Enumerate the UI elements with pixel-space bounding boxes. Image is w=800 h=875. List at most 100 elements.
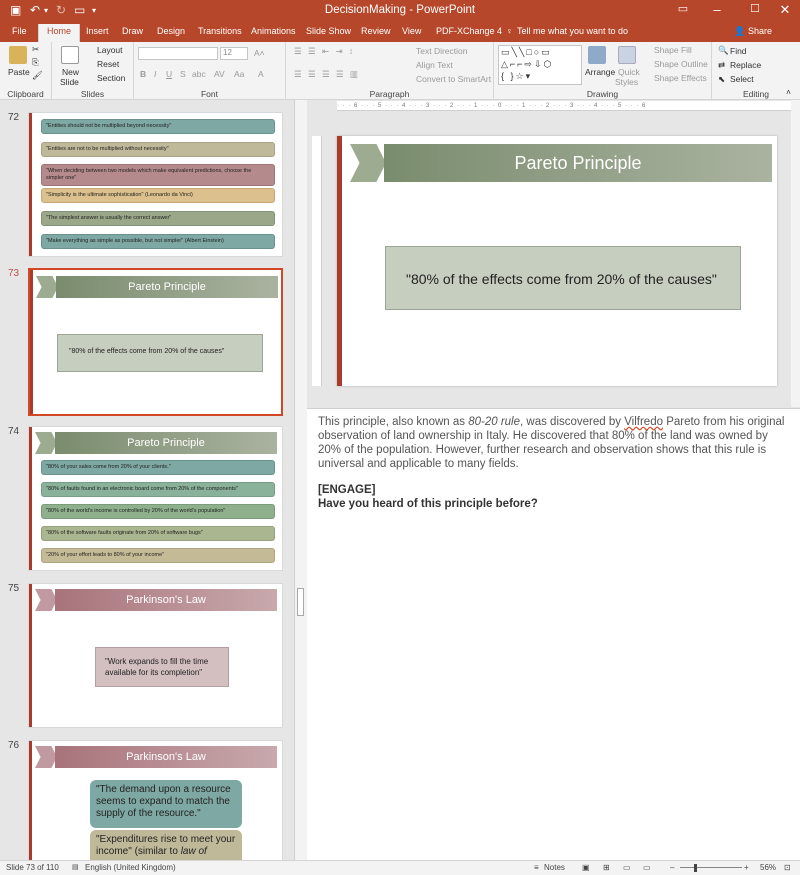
notes-pane[interactable]: This principle, also known as 80-20 rule… [307, 408, 800, 860]
shape-effects-button[interactable]: Shape Effects [654, 73, 707, 83]
tab-home[interactable]: Home [38, 24, 81, 42]
current-slide[interactable]: Pareto Principle "80% of the effects com… [337, 136, 777, 386]
list-icons[interactable]: ☰ ☰ ⇤ ⇥ ↕ [294, 46, 355, 57]
quick-styles-icon[interactable] [618, 46, 636, 64]
tab-review[interactable]: Review [361, 26, 391, 36]
shadow-icon[interactable]: S [180, 69, 186, 79]
reset-button[interactable]: Reset [97, 59, 119, 69]
arrange-icon[interactable] [588, 46, 606, 64]
notes-text: This principle, also known as [318, 416, 469, 428]
normal-view-icon[interactable]: ▣ [582, 863, 590, 872]
slide-number: 75 [8, 583, 20, 594]
copy-icon[interactable]: ⎘ [32, 57, 39, 68]
quote-text: "Expenditures rise to meet your income" … [96, 834, 236, 857]
ribbon-options-icon[interactable]: ▭ [668, 2, 698, 15]
notes-icon[interactable]: ≡ [534, 863, 539, 872]
slide-thumbnail-75[interactable]: Parkinson's Law "Work expands to fill th… [28, 583, 283, 728]
grow-font-icon[interactable]: A˄ [254, 48, 265, 58]
tab-design[interactable]: Design [157, 26, 185, 36]
new-slide-label[interactable]: New [62, 67, 79, 77]
quick-styles-label[interactable]: Quick [618, 67, 640, 77]
slide-thumbnail-73[interactable]: Pareto Principle "80% of the effects com… [28, 268, 283, 416]
zoom-in-icon[interactable]: + [744, 863, 749, 872]
slide-title[interactable]: Pareto Principle [384, 144, 772, 182]
spacing-icon[interactable]: AV [214, 69, 225, 79]
underline-icon[interactable]: U [166, 69, 172, 79]
fit-icon[interactable]: ⊡ [784, 863, 791, 872]
new-slide-label-2[interactable]: Slide [60, 77, 79, 87]
find-button[interactable]: Find [730, 46, 747, 56]
collapse-ribbon-icon[interactable]: ˄ [786, 87, 791, 97]
shape-fill-button[interactable]: Shape Fill [654, 45, 692, 55]
slide-thumbnails-pane[interactable]: 72 "Entities should not be multiplied be… [0, 100, 295, 860]
slide-thumbnail-76[interactable]: Parkinson's Law "The demand upon a resou… [28, 740, 283, 860]
find-icon[interactable]: 🔍 [718, 45, 729, 56]
scrollbar-thumb[interactable] [297, 588, 304, 616]
tab-insert[interactable]: Insert [86, 26, 109, 36]
tab-pdf-xchange[interactable]: PDF-XChange 4 [436, 26, 502, 36]
language-indicator[interactable]: English (United Kingdom) [85, 863, 176, 872]
shapes-gallery[interactable]: ▭╲╲□○▭ △⌐⌐⇨⇩⬡{ }☆▾ [498, 45, 582, 85]
slideshow-icon[interactable]: ▭ [643, 863, 651, 872]
text-direction-button[interactable]: Text Direction [416, 46, 468, 56]
convert-smartart-button[interactable]: Convert to SmartArt [416, 74, 491, 84]
share-button[interactable]: Share [748, 26, 772, 36]
notes-button[interactable]: Notes [544, 863, 565, 872]
list-item: "The simplest answer is usually the corr… [41, 211, 275, 226]
tab-view[interactable]: View [402, 26, 421, 36]
quick-styles-label-2[interactable]: Styles [615, 77, 638, 87]
paragraph-group: ☰ ☰ ⇤ ⇥ ↕ ☰ ☰ ☰ ☰ ▥ Text Direction Align… [286, 42, 494, 100]
slide-thumbnail-74[interactable]: Pareto Principle "80% of your sales come… [28, 426, 283, 571]
select-button[interactable]: Select [730, 74, 754, 84]
layout-button[interactable]: Layout [97, 45, 123, 55]
align-icons[interactable]: ☰ ☰ ☰ ☰ ▥ [294, 69, 360, 80]
paste-icon[interactable] [9, 46, 27, 64]
list-item: "80% of the software faults originate fr… [41, 526, 275, 541]
editor-scrollbar[interactable] [791, 100, 800, 407]
tab-file[interactable]: File [12, 26, 27, 36]
align-text-button[interactable]: Align Text [416, 60, 453, 70]
slide-sorter-icon[interactable]: ⊞ [603, 863, 610, 872]
replace-icon[interactable]: ⇄ [718, 60, 725, 71]
slides-group: New Slide Layout Reset Section Slides [52, 42, 134, 100]
quote-box[interactable]: "80% of the effects come from 20% of the… [385, 246, 741, 310]
section-button[interactable]: Section [97, 73, 125, 83]
question-text: Have you heard of this principle before? [318, 498, 538, 510]
tab-transitions[interactable]: Transitions [198, 26, 242, 36]
case-icon[interactable]: Aa [234, 69, 244, 79]
reading-view-icon[interactable]: ▭ [623, 863, 631, 872]
thumbnails-scrollbar[interactable] [295, 100, 307, 860]
zoom-slider[interactable] [680, 867, 742, 868]
italic-icon[interactable]: I [154, 69, 156, 79]
tab-draw[interactable]: Draw [122, 26, 143, 36]
close-icon[interactable]: ✕ [770, 2, 800, 18]
tab-animations[interactable]: Animations [251, 26, 296, 36]
font-name-combo[interactable] [138, 47, 218, 60]
arrange-button[interactable]: Arrange [585, 67, 615, 77]
tell-me-box[interactable]: Tell me what you want to do [517, 26, 628, 36]
select-icon[interactable]: ⬉ [718, 74, 725, 85]
zoom-level[interactable]: 56% [760, 863, 776, 872]
zoom-out-icon[interactable]: – [670, 863, 674, 872]
zoom-slider-thumb[interactable] [694, 864, 697, 872]
font-size-combo[interactable]: 12 [220, 47, 248, 60]
misspelled-word[interactable]: Vilfredo [624, 416, 663, 428]
list-item: "80% of the world's income is controlled… [41, 504, 275, 519]
slide-thumbnail-72[interactable]: "Entities should not be multiplied beyon… [28, 112, 283, 257]
new-slide-icon[interactable] [61, 46, 79, 64]
spellcheck-icon[interactable]: ▤ [72, 863, 79, 871]
replace-button[interactable]: Replace [730, 60, 761, 70]
maximize-icon[interactable]: ☐ [740, 2, 770, 15]
font-color-icon[interactable]: A [258, 69, 264, 79]
bold-icon[interactable]: B [140, 69, 146, 79]
list-item: "80% of faults found in an electronic bo… [41, 482, 275, 497]
strikethrough-icon[interactable]: abc [192, 69, 206, 79]
shape-outline-button[interactable]: Shape Outline [654, 59, 708, 69]
format-painter-icon[interactable]: 🖌 [32, 70, 43, 81]
slide-accent-bar [29, 427, 32, 570]
slide-editor[interactable]: · · · 6 · · · 5 · · · 4 · · · 3 · · · 2 … [307, 100, 800, 407]
cut-icon[interactable]: ✂ [32, 44, 39, 55]
minimize-icon[interactable]: – [702, 2, 732, 17]
paste-button[interactable]: Paste [8, 67, 30, 77]
tab-slide-show[interactable]: Slide Show [306, 26, 351, 36]
